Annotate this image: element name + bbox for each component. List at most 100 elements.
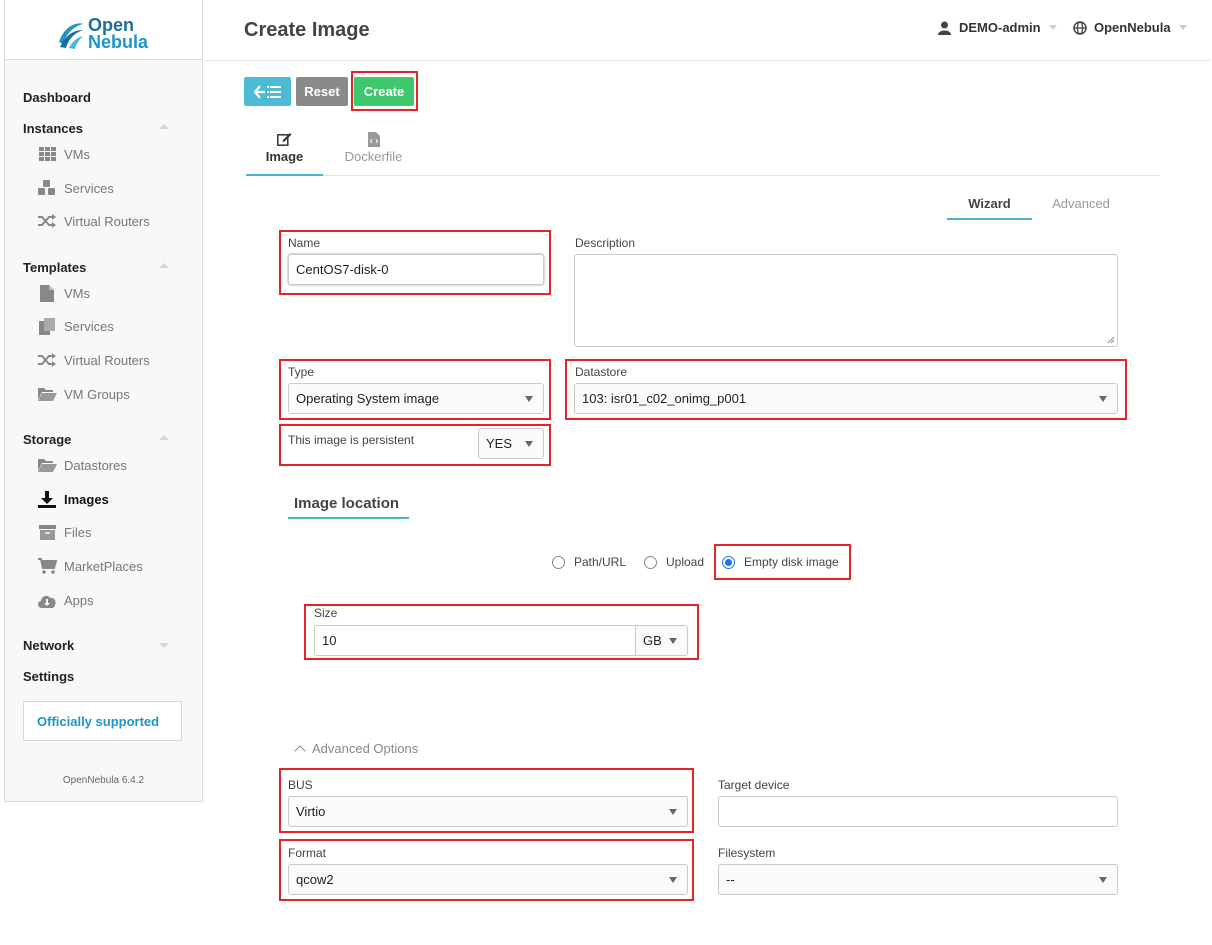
persistent-select[interactable]: YES [478, 428, 544, 459]
radio-empty-disk[interactable]: Empty disk image [722, 555, 839, 569]
radio-path-url-label: Path/URL [574, 555, 627, 569]
brand-logo[interactable]: Open Nebula [5, 0, 202, 60]
version-label: OpenNebula 6.4.2 [62, 775, 145, 786]
radio-upload[interactable]: Upload [644, 555, 704, 569]
caret-down-icon [669, 809, 677, 815]
caret-down-icon [669, 877, 677, 883]
sidebar-item-storage-images[interactable]: Images [37, 489, 109, 509]
zone-menu[interactable]: OpenNebula [1073, 20, 1187, 35]
type-label: Type [288, 365, 315, 379]
cubes-icon [37, 179, 57, 197]
type-select-value: Operating System image [296, 391, 440, 406]
sidebar-item-label: Files [64, 524, 92, 540]
back-to-list-button[interactable] [244, 77, 291, 106]
sidebar-item-label: VMs [64, 285, 90, 301]
sidebar-item-dashboard[interactable]: Dashboard [23, 90, 91, 105]
size-unit-select[interactable]: GB [635, 625, 688, 656]
sidebar-item-label: Virtual Routers [64, 213, 150, 229]
description-textarea[interactable] [574, 254, 1118, 347]
caret-down-icon [1099, 877, 1107, 883]
archive-icon [37, 523, 57, 541]
sidebar-item-storage-files[interactable]: Files [37, 522, 91, 542]
sidebar-section-templates[interactable]: Templates [23, 260, 86, 275]
bus-label: BUS [288, 778, 313, 792]
size-input[interactable] [314, 625, 636, 656]
random-icon [37, 351, 57, 369]
bus-select[interactable]: Virtio [288, 796, 688, 827]
radio-selected-icon [722, 555, 735, 569]
copy-icon [37, 317, 57, 335]
tab-dockerfile[interactable]: Dockerfile [336, 132, 411, 164]
edit-icon [277, 133, 292, 146]
target-device-input[interactable] [718, 796, 1118, 827]
name-input[interactable] [288, 254, 544, 285]
sidebar-item-settings[interactable]: Settings [23, 669, 74, 684]
brand-name: Open Nebula [88, 16, 149, 52]
size-label: Size [314, 606, 338, 620]
active-tab-indicator [246, 174, 323, 176]
sidebar-item-templates-vms[interactable]: VMs [37, 283, 90, 303]
datastore-select[interactable]: 103: isr01_c02_onimg_p001 [574, 383, 1118, 414]
datastore-select-value: 103: isr01_c02_onimg_p001 [582, 391, 747, 406]
radio-empty-disk-label: Empty disk image [744, 555, 839, 569]
sidebar-item-storage-marketplaces[interactable]: MarketPlaces [37, 556, 143, 576]
sidebar-item-instances-vms[interactable]: VMs [37, 144, 90, 164]
page-title: Create Image [244, 19, 370, 41]
chevron-up-icon [294, 744, 306, 757]
sidebar-item-storage-apps[interactable]: Apps [37, 590, 94, 610]
tab-advanced[interactable]: Advanced [1040, 196, 1122, 211]
user-menu[interactable]: DEMO-admin [938, 20, 1057, 35]
file-code-icon [367, 132, 380, 147]
sidebar-item-label: Services [64, 318, 114, 334]
create-button[interactable]: Create [354, 77, 414, 106]
image-location-title: Image location [294, 495, 400, 512]
datastore-label: Datastore [575, 365, 628, 379]
sidebar-section-instances[interactable]: Instances [23, 121, 83, 136]
format-select-value: qcow2 [296, 872, 334, 887]
sidebar-section-network[interactable]: Network [23, 638, 74, 653]
filesystem-select[interactable]: -- [718, 864, 1118, 895]
file-icon [37, 284, 57, 302]
format-select[interactable]: qcow2 [288, 864, 688, 895]
sidebar-item-label: Virtual Routers [64, 352, 150, 368]
folder-open-icon [37, 385, 57, 403]
caret-down-icon [669, 638, 677, 644]
reset-button[interactable]: Reset [296, 77, 348, 106]
sidebar-section-storage[interactable]: Storage [23, 432, 71, 447]
cloud-download-icon [37, 591, 57, 609]
filesystem-select-value: -- [726, 872, 735, 887]
sidebar-item-label: VM Groups [64, 386, 130, 402]
persistent-label: This image is persistent [288, 433, 415, 447]
tab-image[interactable]: Image [246, 132, 323, 164]
tab-wizard[interactable]: Wizard [947, 196, 1032, 211]
tabs-divider [246, 175, 1160, 176]
caret-down-icon [1099, 396, 1107, 402]
chevron-down-icon [1178, 25, 1187, 30]
brand-line2: Nebula [88, 32, 149, 52]
user-icon [938, 21, 951, 35]
radio-icon [644, 555, 657, 569]
chevron-down-icon[interactable] [159, 643, 169, 648]
type-select[interactable]: Operating System image [288, 383, 544, 414]
chevron-up-icon[interactable] [159, 124, 169, 129]
sidebar-item-templates-services[interactable]: Services [37, 316, 114, 336]
cart-icon [37, 557, 57, 575]
sidebar-item-templates-vm-groups[interactable]: VM Groups [37, 384, 130, 404]
sidebar-item-label: MarketPlaces [64, 558, 143, 574]
chevron-up-icon[interactable] [159, 435, 169, 440]
sidebar-item-instances-virtual-routers[interactable]: Virtual Routers [37, 211, 150, 231]
sidebar-item-label: Datastores [64, 457, 127, 473]
advanced-options-toggle[interactable]: Advanced Options [294, 741, 419, 757]
sidebar-item-instances-services[interactable]: Services [37, 178, 114, 198]
chevron-up-icon[interactable] [159, 263, 169, 268]
sidebar-item-templates-virtual-routers[interactable]: Virtual Routers [37, 350, 150, 370]
radio-path-url[interactable]: Path/URL [552, 555, 626, 569]
description-label: Description [575, 236, 636, 250]
advanced-options-label: Advanced Options [312, 741, 419, 756]
header-divider [204, 60, 1210, 61]
caret-down-icon [525, 441, 533, 447]
target-device-label: Target device [718, 778, 790, 792]
radio-upload-label: Upload [666, 555, 705, 569]
officially-supported-link[interactable]: Officially supported [23, 701, 182, 741]
sidebar-item-storage-datastores[interactable]: Datastores [37, 455, 127, 475]
